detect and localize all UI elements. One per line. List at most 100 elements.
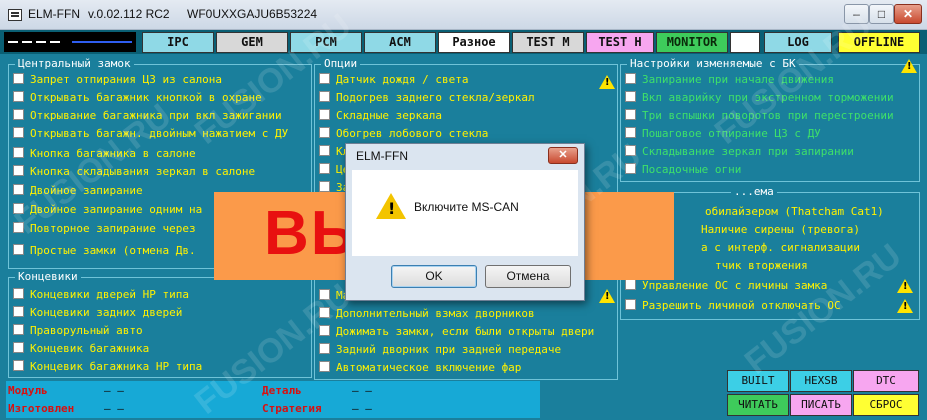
options-title: Опции [321,57,361,70]
checkbox[interactable] [319,127,330,138]
checkbox[interactable] [319,289,330,300]
checkbox[interactable] [319,73,330,84]
options-item[interactable]: Дополнительный взмах дворников [319,305,535,323]
ok-button[interactable]: OK [391,265,477,288]
alarm-option[interactable]: тчик вторжения [715,257,808,275]
options-item[interactable]: Подогрев заднего стекла/зеркал [319,89,535,107]
tab-blank[interactable] [730,32,760,53]
door-switch-option[interactable]: Праворульный авто [13,322,143,340]
checkbox[interactable] [13,73,24,84]
checkbox[interactable] [625,109,636,120]
checkbox[interactable] [13,288,24,299]
minimize-button[interactable]: – [844,4,869,24]
checkbox[interactable] [625,91,636,102]
options-item[interactable]: Обогрев лобового стекла [319,125,488,143]
checkbox[interactable] [319,145,330,156]
dialog-body: Включите MS-CAN [352,170,578,256]
central-lock-option[interactable]: Повторное запирание через [13,220,196,238]
checkbox[interactable] [13,147,24,158]
door-switch-option[interactable]: Концевики дверей НР типа [13,286,189,304]
hex-button[interactable]: HEXSB [790,370,852,392]
checkbox[interactable] [625,279,636,290]
checkbox[interactable] [319,307,330,318]
checkbox[interactable] [625,145,636,156]
dialog-close-button[interactable]: ✕ [548,147,578,164]
checkbox[interactable] [13,244,24,255]
bk-setting-option[interactable]: Посадочные огни [625,161,741,179]
checkbox[interactable] [319,325,330,336]
tab-ipc[interactable]: IPC [142,32,214,53]
checkbox[interactable] [625,127,636,138]
checkbox[interactable] [625,163,636,174]
checkbox[interactable] [13,203,24,214]
central-lock-title: Центральный замок [15,57,134,70]
checkbox[interactable] [13,165,24,176]
checkbox[interactable] [13,342,24,353]
write-button[interactable]: ПИСАТЬ [790,394,852,416]
central-lock-option[interactable]: Кнопка багажника в салоне [13,145,196,163]
checkbox[interactable] [13,184,24,195]
alarm-option[interactable]: обилайзером (Thatcham Cat1) [705,203,884,221]
bk-setting-option[interactable]: Вкл аварийку при экстренном торможении [625,89,894,107]
central-lock-option[interactable]: Двойное запирание [13,182,143,200]
options-item[interactable]: Задний дворник при задней передаче [319,341,561,359]
checkbox[interactable] [13,324,24,335]
tab-acm[interactable]: ACM [364,32,436,53]
read-button[interactable]: ЧИТАТЬ [727,394,789,416]
bk-settings-group: Настройки изменяемые с БК Запирание при … [620,57,920,182]
central-lock-option[interactable]: Кнопка складывания зеркал в салоне [13,163,255,181]
built-button[interactable]: BUILT [727,370,789,392]
door-switch-option[interactable]: Концевик багажника НР типа [13,358,202,376]
warning-icon [599,75,615,89]
tab-test-h[interactable]: TEST H [586,32,654,53]
alarm-title: ...ема [731,185,777,198]
tab-gem[interactable]: GEM [216,32,288,53]
tab-test-m[interactable]: TEST M [512,32,584,53]
checkbox[interactable] [13,91,24,102]
central-lock-option[interactable]: Двойное запирание одним на [13,201,202,219]
tab-log[interactable]: LOG [764,32,832,53]
checkbox[interactable] [319,109,330,120]
door-switch-option[interactable]: Концевик багажника [13,340,149,358]
checkbox[interactable] [13,306,24,317]
options-item[interactable]: Датчик дождя / света [319,71,468,89]
checkbox[interactable] [13,222,24,233]
checkbox[interactable] [625,299,636,310]
central-lock-option[interactable]: Открывание багажника при вкл зажигании [13,107,282,125]
bk-setting-option[interactable]: Запирание при начале движения [625,71,834,89]
alarm-option[interactable]: Наличие сирены (тревога) [701,221,860,239]
door-switch-option[interactable]: Концевики задних дверей [13,304,182,322]
dialog-title: ELM-FFN [356,149,408,163]
central-lock-option[interactable]: Запрет отпирания ЦЗ из салона [13,71,222,89]
checkbox[interactable] [319,181,330,192]
bk-setting-option[interactable]: Три вспышки поворотов при перестроении [625,107,894,125]
checkbox[interactable] [625,73,636,84]
tab-pcm[interactable]: PCM [290,32,362,53]
bk-setting-option[interactable]: Пошаговое отпирание ЦЗ с ДУ [625,125,821,143]
close-button[interactable]: ✕ [894,4,922,24]
warning-icon [901,59,917,73]
tab-monitor[interactable]: MONITOR [656,32,728,53]
checkbox[interactable] [13,109,24,120]
tab-misc[interactable]: Разное [438,32,510,53]
checkbox[interactable] [13,360,24,371]
dtc-button[interactable]: DTC [853,370,919,392]
checkbox[interactable] [319,163,330,174]
cancel-button[interactable]: Отмена [485,265,571,288]
checkbox[interactable] [319,343,330,354]
central-lock-option[interactable]: Открывать багажн. двойным нажатием с ДУ [13,125,288,143]
options-item[interactable]: Складные зеркала [319,107,442,125]
central-lock-option[interactable]: Простые замки (отмена Дв. [13,242,196,260]
checkbox[interactable] [13,127,24,138]
checkbox[interactable] [319,361,330,372]
options-item[interactable]: Дожимать замки, если были открыты двери [319,323,594,341]
tab-offline[interactable]: OFFLINE [838,32,920,53]
maximize-button[interactable]: □ [869,4,894,24]
bk-setting-option[interactable]: Складывание зеркал при запирании [625,143,854,161]
central-lock-option[interactable]: Открывать багажник кнопкой в охране [13,89,262,107]
alarm-option[interactable]: а с интерф. сигнализации [701,239,860,257]
alarm-option[interactable]: Разрешить личиной отключать ОС [625,297,841,315]
checkbox[interactable] [319,91,330,102]
options-item[interactable]: Автоматическое включение фар [319,359,521,377]
reset-button[interactable]: СБРОС [853,394,919,416]
